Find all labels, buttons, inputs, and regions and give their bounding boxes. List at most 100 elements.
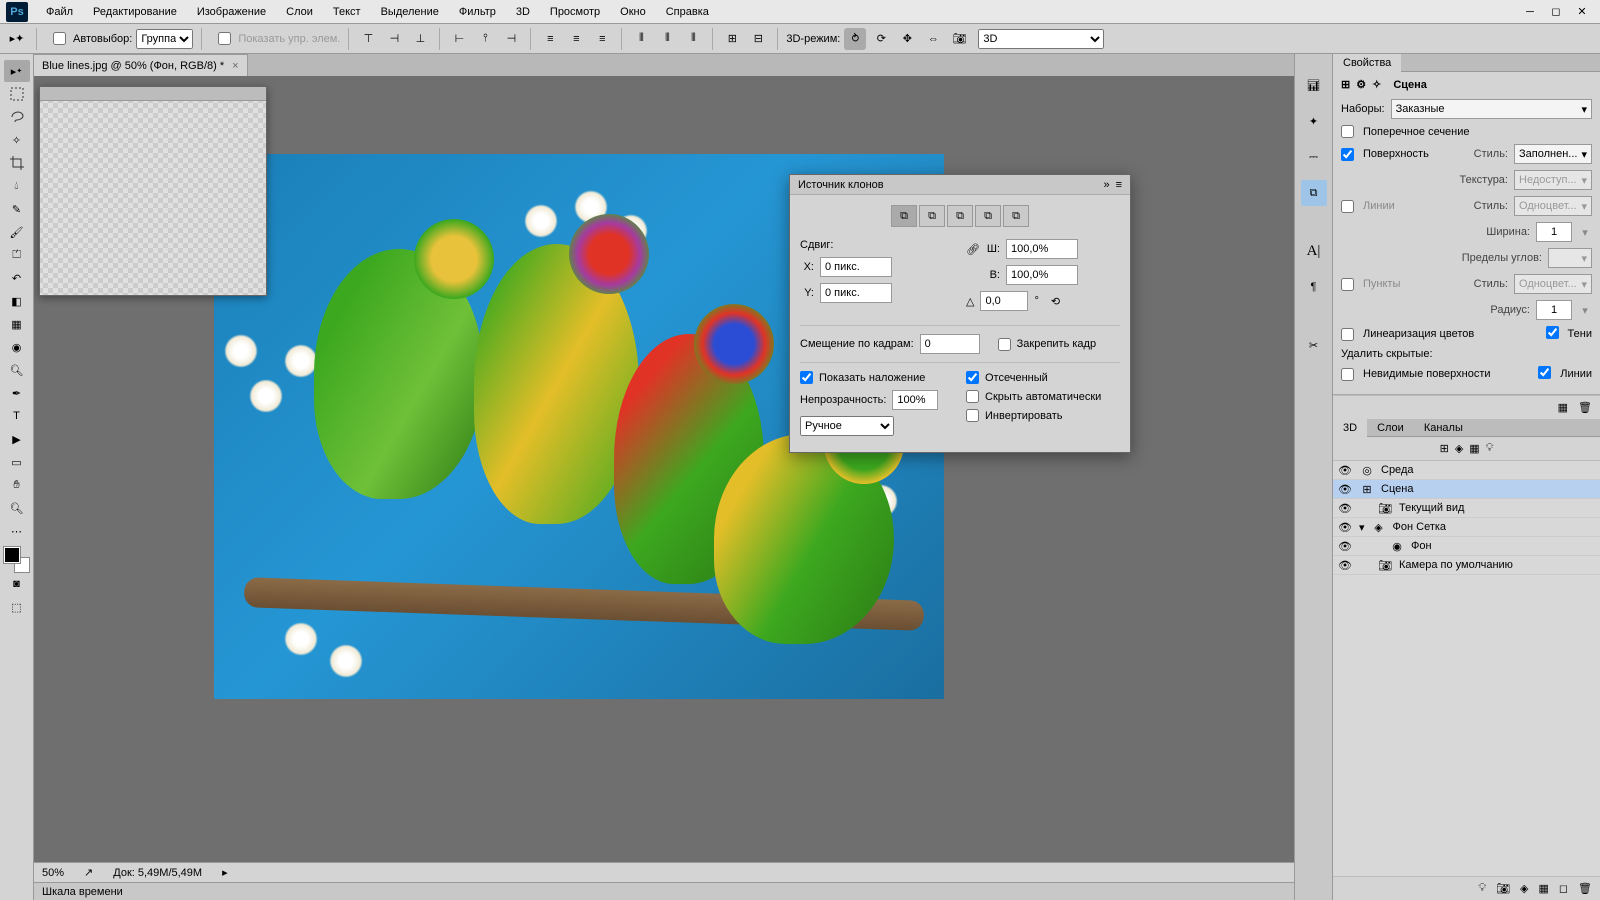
- show-overlay-checkbox[interactable]: [800, 371, 813, 384]
- lines-width-input[interactable]: [1536, 222, 1572, 242]
- dist-bottom-icon[interactable]: ≡: [591, 28, 613, 50]
- align-vcenter-icon[interactable]: ⊣: [383, 28, 405, 50]
- clone-src-5[interactable]: ⧉: [1003, 205, 1029, 227]
- visibility-icon[interactable]: 👁︎: [1337, 502, 1353, 515]
- auto-align-icon[interactable]: ⊞: [721, 28, 743, 50]
- gradient-tool[interactable]: ▦: [4, 313, 30, 335]
- panel-collapse-icon[interactable]: »: [1103, 179, 1109, 191]
- linearize-checkbox[interactable]: [1341, 328, 1354, 341]
- tab-3d[interactable]: 3D: [1333, 419, 1367, 437]
- color-sampler-tool[interactable]: ⋯: [4, 520, 30, 542]
- history-brush-tool[interactable]: ↶: [4, 267, 30, 289]
- dist-top-icon[interactable]: ≡: [539, 28, 561, 50]
- menu-text[interactable]: Текст: [323, 2, 371, 22]
- filter-scene-icon[interactable]: ⊞: [1440, 442, 1449, 455]
- dist-vcenter-icon[interactable]: ≡: [565, 28, 587, 50]
- zoom-arrow-icon[interactable]: ↗: [84, 866, 93, 879]
- opacity-input[interactable]: [892, 390, 938, 410]
- zoom-tool[interactable]: 🔍︎: [4, 497, 30, 519]
- new-mesh-icon[interactable]: ◈: [1520, 882, 1528, 895]
- crop-tool[interactable]: [4, 152, 30, 174]
- list-item[interactable]: 👁︎📷︎Текущий вид: [1333, 499, 1600, 518]
- filter-mesh-icon[interactable]: ◈: [1455, 442, 1463, 455]
- text-tool[interactable]: T: [4, 405, 30, 427]
- window-minimize-button[interactable]: ─: [1518, 3, 1542, 21]
- clipped-checkbox[interactable]: [966, 371, 979, 384]
- dock-clone-icon[interactable]: ⧉: [1301, 180, 1327, 206]
- points-checkbox[interactable]: [1341, 278, 1354, 291]
- menu-file[interactable]: Файл: [36, 2, 83, 22]
- dock-scissors-icon[interactable]: ✂︎: [1301, 332, 1327, 358]
- visibility-icon[interactable]: 👁︎: [1337, 559, 1353, 572]
- hand-tool[interactable]: ✋︎: [4, 474, 30, 496]
- new-light-icon[interactable]: 💡︎: [1478, 882, 1486, 895]
- lasso-tool[interactable]: [4, 106, 30, 128]
- wand-tool[interactable]: ✧: [4, 129, 30, 151]
- filter-light-icon[interactable]: 💡︎: [1486, 442, 1494, 455]
- angle-input[interactable]: [980, 291, 1028, 311]
- panel-menu-icon[interactable]: ≡: [1116, 179, 1122, 191]
- autoselect-checkbox[interactable]: [53, 32, 66, 45]
- clone-src-1[interactable]: ⧉: [891, 205, 917, 227]
- align-right-icon[interactable]: ⊣: [500, 28, 522, 50]
- blur-tool[interactable]: ◉: [4, 336, 30, 358]
- marquee-tool[interactable]: [4, 83, 30, 105]
- 3d-roll-icon[interactable]: ⟳: [870, 28, 892, 50]
- 3d-orbit-icon[interactable]: ⥁: [844, 28, 866, 50]
- dock-character-icon[interactable]: ✦: [1301, 108, 1327, 134]
- delete-icon[interactable]: 🗑︎: [1578, 882, 1592, 895]
- timeline-collapsed[interactable]: Шкала времени: [34, 882, 1294, 900]
- close-tab-icon[interactable]: ×: [232, 60, 238, 72]
- visibility-icon[interactable]: 👁︎: [1337, 464, 1353, 477]
- scale-h-input[interactable]: [1006, 265, 1078, 285]
- tab-layers[interactable]: Слои: [1367, 419, 1414, 437]
- auto-blend-icon[interactable]: ⊟: [747, 28, 769, 50]
- menu-filter[interactable]: Фильтр: [449, 2, 506, 22]
- list-item[interactable]: 👁︎◉Фон: [1333, 537, 1600, 556]
- shape-tool[interactable]: ▭: [4, 451, 30, 473]
- shadows-checkbox[interactable]: [1546, 326, 1559, 339]
- tab-channels[interactable]: Каналы: [1414, 419, 1473, 437]
- reset-transform-icon[interactable]: ⟲: [1051, 295, 1060, 308]
- presets-select[interactable]: Заказные▾: [1391, 99, 1592, 119]
- clone-src-2[interactable]: ⧉: [919, 205, 945, 227]
- canvas-area[interactable]: Источник клонов»≡ ⧉ ⧉ ⧉ ⧉ ⧉ Сдвиг: X: Y:: [34, 76, 1294, 862]
- color-swatches[interactable]: [4, 547, 30, 573]
- dock-pilcrow-icon[interactable]: ¶: [1301, 274, 1327, 300]
- clone-src-4[interactable]: ⧉: [975, 205, 1001, 227]
- trash-icon[interactable]: 🗑︎: [1578, 401, 1592, 414]
- offset-x-input[interactable]: [820, 257, 892, 277]
- offset-y-input[interactable]: [820, 283, 892, 303]
- lock-frame-checkbox[interactable]: [998, 338, 1011, 351]
- dock-a-icon[interactable]: A|: [1301, 238, 1327, 264]
- points-radius-input[interactable]: [1536, 300, 1572, 320]
- workspace-select[interactable]: 3D: [978, 29, 1104, 49]
- navigator-panel[interactable]: [39, 86, 267, 296]
- 3d-scene-list[interactable]: 👁︎◎Среда 👁︎⊞Сцена 👁︎📷︎Текущий вид 👁︎▾◈Фо…: [1333, 461, 1600, 876]
- menu-help[interactable]: Справка: [656, 2, 719, 22]
- align-top-icon[interactable]: ⊤: [357, 28, 379, 50]
- move-tool[interactable]: ▸✦: [4, 60, 30, 82]
- autohide-checkbox[interactable]: [966, 390, 979, 403]
- render-button-icon[interactable]: ▦: [1558, 401, 1568, 414]
- expand-icon[interactable]: ▾: [1359, 521, 1365, 534]
- dock-paragraph-icon[interactable]: ⎓: [1301, 144, 1327, 170]
- lines-checkbox[interactable]: [1341, 200, 1354, 213]
- visibility-icon[interactable]: 👁︎: [1337, 483, 1353, 496]
- list-item[interactable]: 👁︎▾◈Фон Сетка: [1333, 518, 1600, 537]
- menu-window[interactable]: Окно: [610, 2, 656, 22]
- brush-tool[interactable]: 🖌︎: [4, 221, 30, 243]
- list-item[interactable]: 👁︎📷︎Камера по умолчанию: [1333, 556, 1600, 575]
- menu-image[interactable]: Изображение: [187, 2, 276, 22]
- surface-style-select[interactable]: Заполнен...▾: [1514, 144, 1592, 164]
- align-bottom-icon[interactable]: ⊥: [409, 28, 431, 50]
- scale-w-input[interactable]: [1006, 239, 1078, 259]
- menu-edit[interactable]: Редактирование: [83, 2, 187, 22]
- menu-layers[interactable]: Слои: [276, 2, 323, 22]
- list-item[interactable]: 👁︎⊞Сцена: [1333, 480, 1600, 499]
- invisible-surfaces-checkbox[interactable]: [1341, 368, 1354, 381]
- menu-select[interactable]: Выделение: [371, 2, 449, 22]
- dist-hcenter-icon[interactable]: ⦀: [656, 28, 678, 50]
- invert-checkbox[interactable]: [966, 409, 979, 422]
- window-close-button[interactable]: ✕: [1570, 3, 1594, 21]
